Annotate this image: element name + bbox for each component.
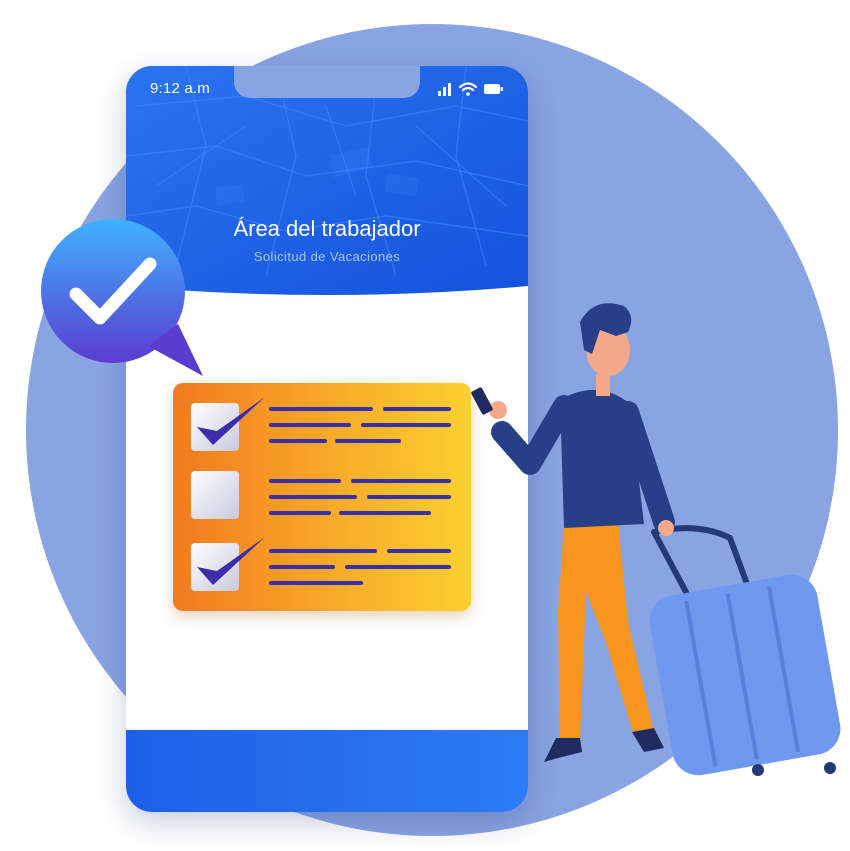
text-placeholder-line	[339, 511, 431, 515]
text-placeholder-line	[269, 565, 335, 569]
status-time: 9:12 a.m	[150, 80, 210, 97]
signal-icon	[438, 83, 451, 96]
wifi-icon	[458, 82, 478, 96]
text-placeholder-line	[335, 439, 401, 443]
text-placeholder-line	[269, 423, 351, 427]
text-placeholder-line	[269, 581, 363, 585]
text-placeholder-line	[269, 479, 341, 483]
text-placeholder-line	[367, 495, 451, 499]
checkmark-icon	[197, 397, 265, 445]
vacation-checklist-card	[173, 383, 471, 611]
person	[471, 303, 675, 762]
traveler-illustration	[471, 303, 841, 776]
text-placeholder-line	[345, 565, 451, 569]
status-icons	[436, 80, 506, 98]
checkmark-icon	[197, 537, 265, 585]
text-placeholder-line	[269, 407, 373, 411]
text-placeholder-line	[269, 495, 357, 499]
status-bar: 9:12 a.m	[126, 66, 528, 102]
text-placeholder-line	[269, 511, 331, 515]
battery-icon	[484, 84, 503, 94]
phone-notch	[234, 66, 420, 98]
text-placeholder-line	[269, 549, 377, 553]
checkmark-speech-bubble	[41, 219, 203, 376]
suitcase	[649, 525, 841, 776]
text-placeholder-line	[351, 479, 451, 483]
text-placeholder-line	[269, 439, 327, 443]
checkbox-unchecked[interactable]	[191, 471, 239, 519]
text-placeholder-line	[361, 423, 451, 427]
text-placeholder-line	[383, 407, 451, 411]
text-placeholder-line	[387, 549, 451, 553]
